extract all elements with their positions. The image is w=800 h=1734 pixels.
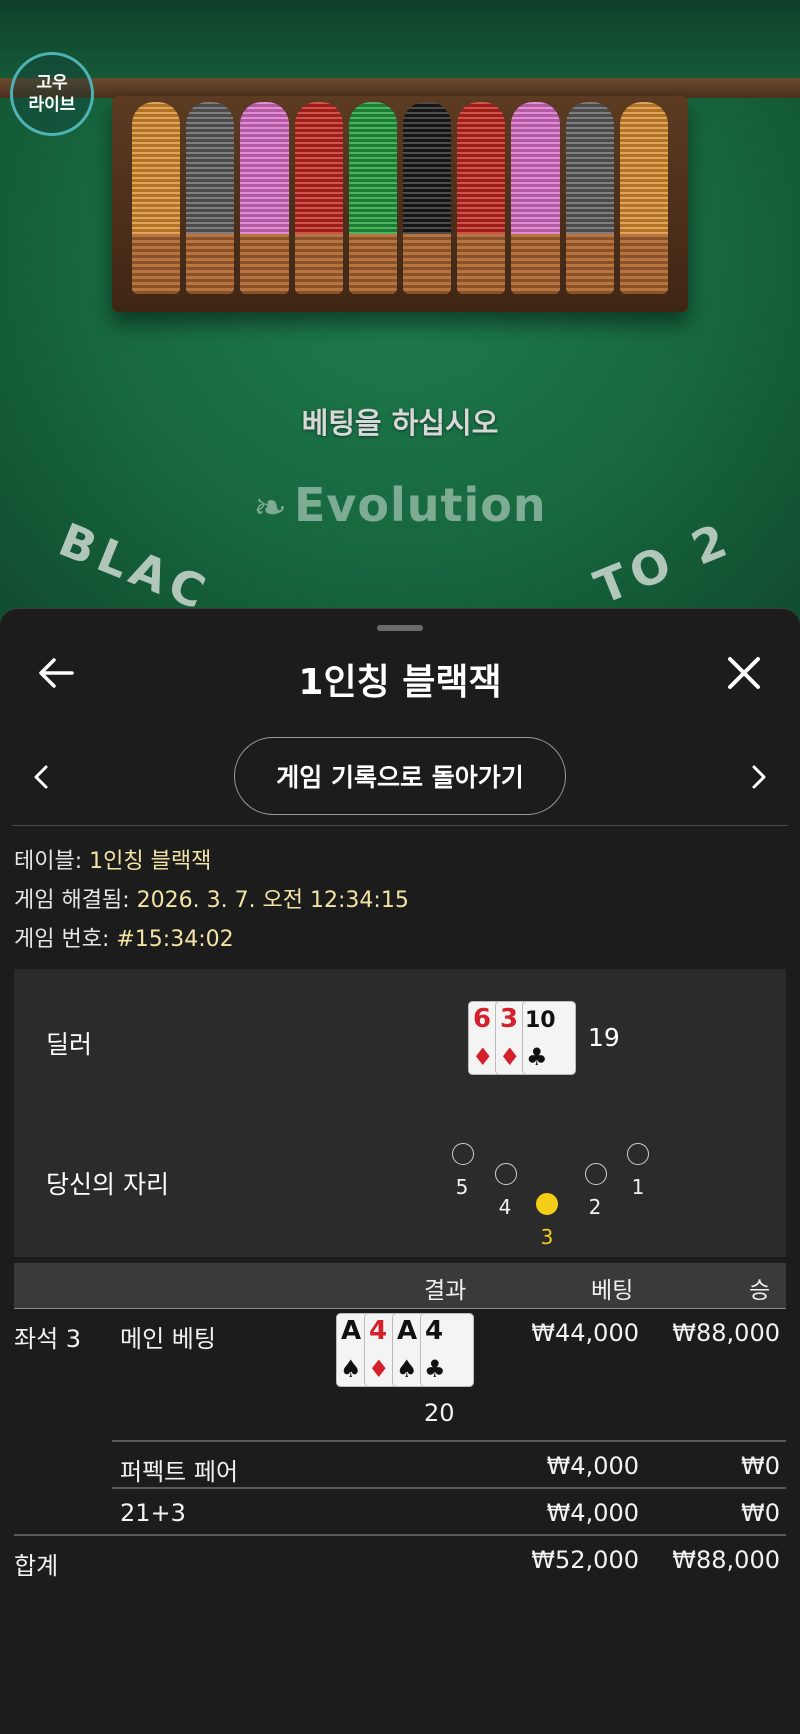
seat-indicator (495, 1163, 517, 1185)
game-history-sheet: 1인칭 블랙잭 게임 기록으로 돌아가기 테이블: 1인칭 블랙잭 게임 해결됨… (0, 608, 800, 1734)
brand-logo-line2: 라이브 (28, 95, 76, 115)
close-icon[interactable] (722, 651, 766, 695)
divider (12, 825, 788, 826)
side-21-3-bet: ₩4,000 (546, 1499, 639, 1527)
back-to-game-history-button[interactable]: 게임 기록으로 돌아가기 (234, 737, 566, 815)
provider-logo: ❧ Evolution (0, 478, 800, 532)
seat-indicator (536, 1193, 558, 1215)
brand-logo-line1: 고우 (36, 73, 68, 93)
playing-card: 4♣ (420, 1313, 474, 1387)
card-rank: 4 (369, 1316, 387, 1346)
table-back (0, 0, 800, 78)
chip-stack (348, 102, 398, 294)
player-total: 20 (424, 1399, 455, 1427)
table-rail (0, 78, 800, 98)
row-divider (14, 1534, 786, 1536)
chip-stack (186, 102, 235, 294)
info-game-number: 게임 번호: #15:34:02 (14, 921, 234, 953)
card-fan: 6♦3♦10♣ (468, 1001, 576, 1075)
card-rank: 4 (425, 1316, 443, 1346)
total-bet: ₩52,000 (531, 1546, 639, 1574)
card-suit: ♦ (368, 1355, 390, 1383)
seat-number: 4 (498, 1195, 512, 1219)
info-table-value: 1인칭 블랙잭 (89, 849, 212, 874)
chip-stack (403, 102, 452, 294)
side-21-3-win: ₩0 (741, 1499, 780, 1527)
chip-stack (294, 102, 343, 294)
side-21-3-label: 21+3 (120, 1499, 186, 1527)
total-label: 합계 (14, 1552, 59, 1580)
row-divider (112, 1440, 786, 1442)
chip-stack (619, 102, 669, 294)
perfect-pair-win: ₩0 (741, 1452, 780, 1480)
card-suit: ♦ (499, 1043, 521, 1071)
card-suit: ♣ (526, 1043, 548, 1071)
chip-stack (132, 102, 181, 294)
dealer-hand: 6 ♦ 3 ♦ 10 ♣ (468, 1001, 578, 1075)
card-rank: 3 (500, 1004, 518, 1034)
header-bet: 베팅 (591, 1278, 634, 1304)
seat-number: 5 (455, 1175, 469, 1199)
chevron-right-icon[interactable] (744, 763, 772, 791)
info-resolved: 게임 해결됨: 2026. 3. 7. 오전 12:34:15 (14, 882, 409, 914)
header-win: 승 (749, 1278, 771, 1304)
seat-number: 2 (588, 1195, 602, 1219)
dealer-label: 딜러 (46, 1030, 93, 1059)
your-seat-label: 당신의 자리 (46, 1170, 169, 1199)
header-result: 결과 (424, 1278, 467, 1304)
seat-number: 3 (540, 1225, 554, 1249)
card-suit: ♠ (396, 1355, 418, 1383)
card-rank: A (397, 1316, 417, 1346)
seat-number-label: 좌석 3 (14, 1325, 82, 1353)
brand-logo: 고우 라이브 (10, 52, 94, 136)
evolution-leaf-icon: ❧ (253, 485, 288, 531)
chevron-left-icon[interactable] (28, 763, 56, 791)
seat-indicator (585, 1163, 607, 1185)
card-rank: A (341, 1316, 361, 1346)
info-resolved-value: 2026. 3. 7. 오전 12:34:15 (136, 888, 409, 913)
provider-logo-text: Evolution (293, 478, 547, 532)
chip-tray (112, 96, 688, 312)
game-video-view: 고우 라이브 베팅을 하십시오 ❧ Evolution BLAC TO 2 (0, 0, 800, 640)
info-game-number-value: #15:34:02 (116, 927, 234, 952)
card-rank: 6 (473, 1004, 491, 1034)
perfect-pair-label: 퍼펙트 페어 (120, 1458, 239, 1486)
seat-indicator (452, 1143, 474, 1165)
row-divider (112, 1487, 786, 1489)
info-resolved-label: 게임 해결됨: (14, 888, 130, 913)
card-rank: 10 (525, 1008, 556, 1033)
total-win: ₩88,000 (672, 1546, 780, 1574)
player-hand: A ♠ 4 ♦ A ♠ 4 ♣ (336, 1313, 474, 1387)
seat-indicator (627, 1143, 649, 1165)
playing-card: 10 ♣ (522, 1001, 576, 1075)
bets-table-header: 결과 베팅 승 (14, 1263, 786, 1309)
betting-status-message: 베팅을 하십시오 (301, 406, 499, 440)
perfect-pair-bet: ₩4,000 (546, 1452, 639, 1480)
card-suit: ♣ (424, 1355, 446, 1383)
card-suit: ♦ (472, 1043, 494, 1071)
main-bet-label: 메인 베팅 (120, 1325, 216, 1353)
main-win-amount: ₩88,000 (672, 1319, 780, 1347)
chip-stack (240, 102, 289, 294)
sheet-title: 1인칭 블랙잭 (298, 662, 502, 703)
info-game-number-label: 게임 번호: (14, 927, 110, 952)
info-table: 테이블: 1인칭 블랙잭 (14, 843, 211, 875)
seat-number: 1 (631, 1175, 645, 1199)
sheet-drag-handle[interactable] (377, 625, 423, 631)
main-bet-amount: ₩44,000 (531, 1319, 639, 1347)
chip-stack (565, 102, 614, 294)
chip-stack (457, 102, 506, 294)
info-table-label: 테이블: (14, 849, 83, 874)
chip-stack (511, 102, 560, 294)
card-fan: A♠4♦A♠4♣ (336, 1313, 474, 1387)
result-panel: 딜러 6 ♦ 3 ♦ 10 ♣ 19 당신의 자리 54321 (14, 969, 786, 1257)
dealer-total: 19 (588, 1023, 620, 1052)
card-suit: ♠ (340, 1355, 362, 1383)
